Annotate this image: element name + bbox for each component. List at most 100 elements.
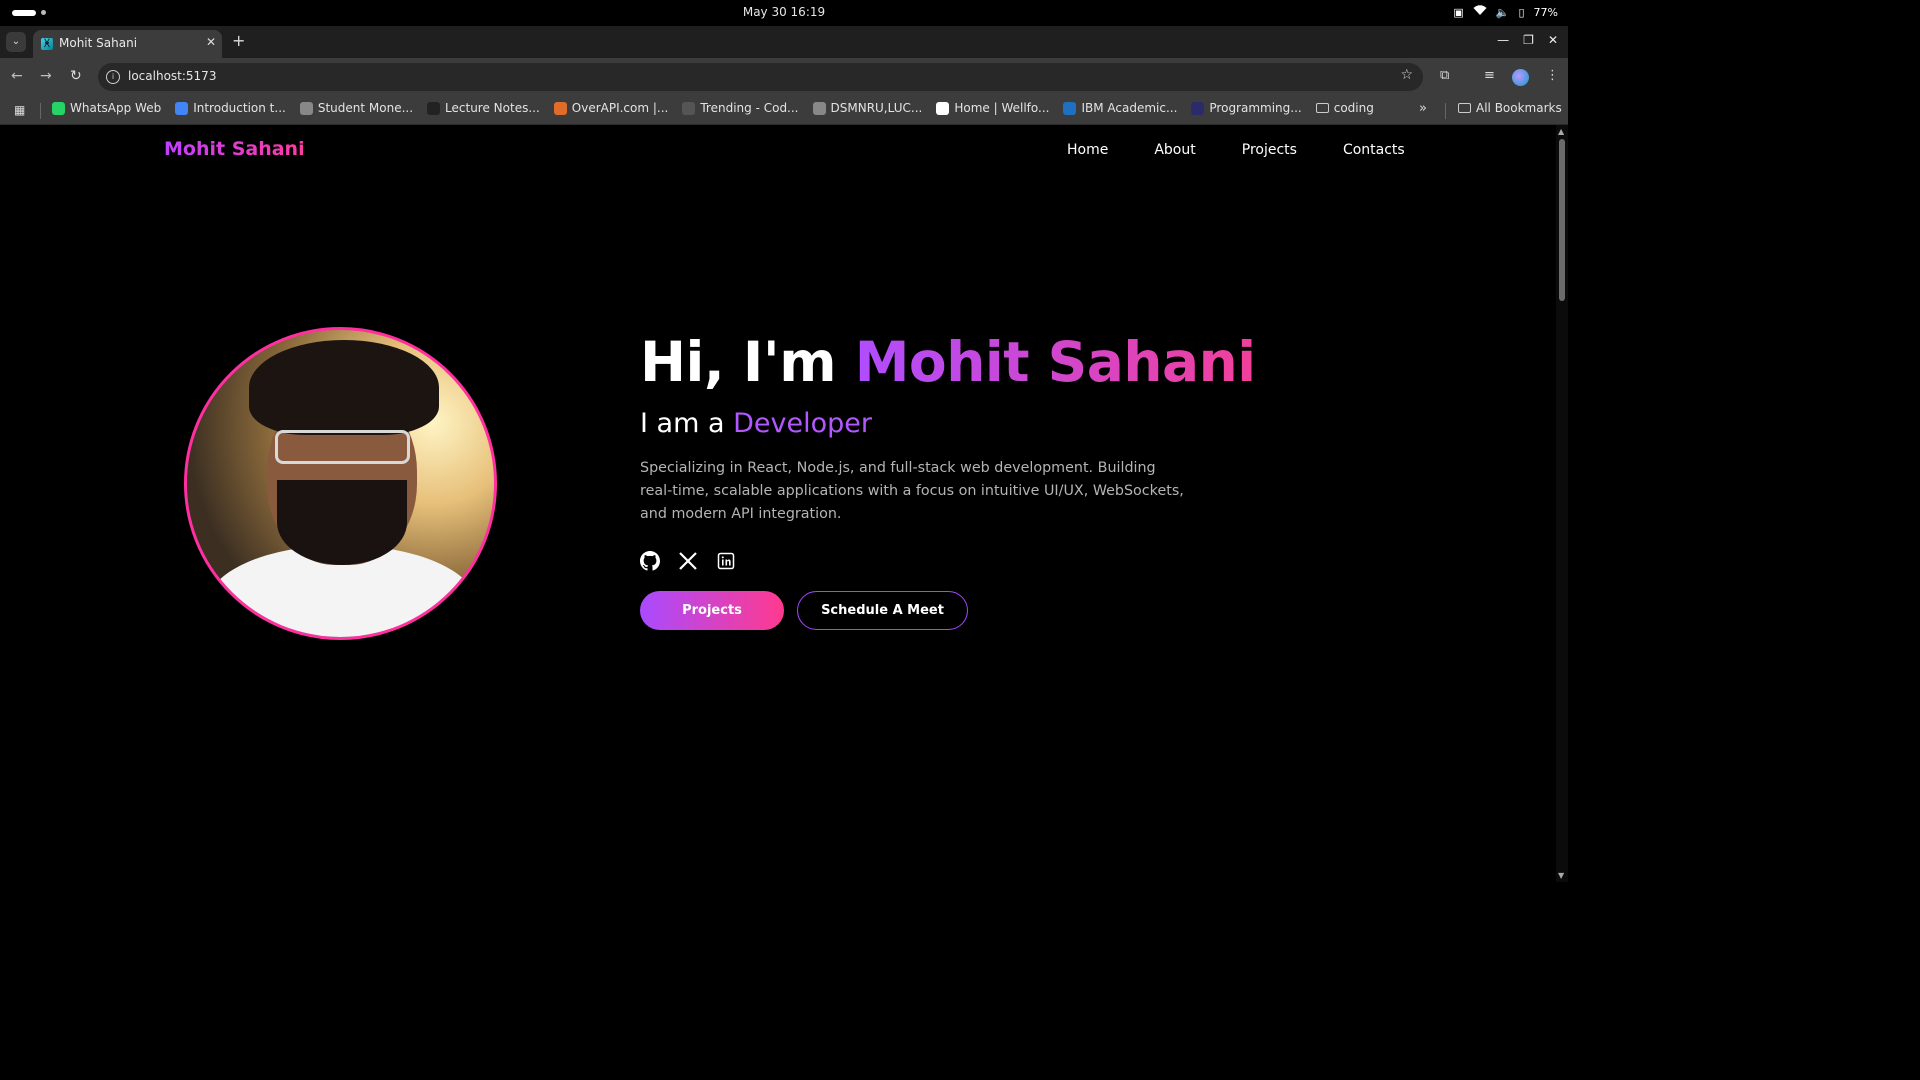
clock[interactable]: May 30 16:19 bbox=[0, 5, 1568, 19]
photo-glasses bbox=[275, 430, 410, 464]
bookmark-item[interactable]: Lecture Notes... bbox=[427, 101, 540, 115]
bookmark-label: WhatsApp Web bbox=[70, 101, 162, 115]
new-tab-button[interactable]: + bbox=[232, 31, 245, 50]
menu-kebab-icon[interactable]: ⋮ bbox=[1546, 68, 1559, 83]
bookmark-item[interactable]: Student Mone... bbox=[299, 101, 414, 115]
bookmark-star-icon[interactable]: ☆ bbox=[1400, 67, 1413, 83]
site-nav: Home About Projects Contacts bbox=[1067, 142, 1405, 158]
programming-icon bbox=[1191, 101, 1205, 115]
reload-icon[interactable]: ↻ bbox=[70, 68, 82, 84]
nav-projects[interactable]: Projects bbox=[1242, 142, 1297, 158]
bookmark-label: Lecture Notes... bbox=[445, 101, 540, 115]
tab-active[interactable]: ᚸ Mohit Sahani ✕ bbox=[33, 30, 222, 58]
hero-subtitle: I am a Developer bbox=[640, 408, 872, 439]
hero-description: Specializing in React, Node.js, and full… bbox=[640, 460, 1184, 522]
social-links bbox=[640, 551, 736, 571]
hero-greeting: Hi, I'm bbox=[640, 330, 855, 394]
scroll-down-icon[interactable]: ▼ bbox=[1558, 871, 1564, 880]
bookmark-item[interactable]: Introduction t... bbox=[175, 101, 286, 115]
volume-icon: 🔈 bbox=[1495, 5, 1510, 19]
projects-button[interactable]: Projects bbox=[640, 591, 784, 630]
bookmark-item[interactable]: Home | Wellfo... bbox=[936, 101, 1049, 115]
clipboard-icon[interactable]: ▣ bbox=[1453, 6, 1463, 19]
tab-search-button[interactable]: ⌄ bbox=[6, 32, 26, 52]
google-icon bbox=[175, 101, 189, 115]
hero-sub-prefix: I am a bbox=[640, 408, 734, 439]
linkedin-icon[interactable] bbox=[716, 551, 736, 571]
apps-grid-icon[interactable]: ▦ bbox=[14, 103, 25, 117]
bookmark-item[interactable]: Programming... bbox=[1191, 101, 1302, 115]
page-scrollbar[interactable]: ▲ ▼ bbox=[1556, 125, 1568, 882]
ibm-icon bbox=[1063, 101, 1077, 115]
browser-toolbar: ← → ↻ i localhost:5173 ☆ ⧉ ≡ ⋮ bbox=[0, 58, 1568, 96]
bookmarks-divider bbox=[40, 103, 41, 119]
window-controls: — ❐ ✕ bbox=[1497, 33, 1558, 47]
bookmark-label: OverAPI.com |... bbox=[571, 101, 669, 115]
hero-role: Developer bbox=[733, 408, 872, 439]
site-info-icon[interactable]: i bbox=[106, 70, 120, 84]
system-tray[interactable]: ▣ 🔈 ▯ 77% bbox=[1453, 5, 1558, 19]
bookmark-label: DSMNRU,LUC... bbox=[830, 101, 923, 115]
scrollbar-thumb[interactable] bbox=[1559, 139, 1565, 301]
profile-avatar[interactable] bbox=[1512, 69, 1529, 86]
bookmark-item[interactable]: DSMNRU,LUC... bbox=[812, 101, 923, 115]
tab-title: Mohit Sahani bbox=[59, 36, 138, 50]
minimize-icon[interactable]: — bbox=[1497, 33, 1509, 47]
bookmark-label: Home | Wellfo... bbox=[954, 101, 1050, 115]
nav-home[interactable]: Home bbox=[1067, 142, 1108, 158]
wellfound-icon bbox=[936, 101, 950, 115]
site-logo[interactable]: Mohit Sahani bbox=[164, 138, 305, 160]
media-controls-icon[interactable]: ≡ bbox=[1484, 68, 1495, 83]
hero-name: Mohit Sahani bbox=[854, 330, 1256, 394]
overapi-icon bbox=[553, 101, 567, 115]
forward-icon[interactable]: → bbox=[40, 68, 52, 84]
bookmark-list: WhatsApp Web Introduction t... Student Mon… bbox=[52, 101, 1374, 115]
folder-icon bbox=[1315, 103, 1329, 113]
vite-favicon-icon: ᚸ bbox=[41, 38, 53, 50]
bookmarks-divider bbox=[1445, 103, 1446, 119]
photo-beard bbox=[277, 480, 407, 565]
close-window-icon[interactable]: ✕ bbox=[1548, 33, 1558, 47]
bookmark-item[interactable]: coding bbox=[1315, 101, 1374, 115]
url-text[interactable]: localhost:5173 bbox=[128, 69, 216, 83]
folder-icon bbox=[1458, 103, 1471, 113]
bookmark-label: Programming... bbox=[1209, 101, 1302, 115]
hero-title: Hi, I'm Mohit Sahani bbox=[640, 330, 1256, 394]
globe-icon bbox=[812, 101, 826, 115]
battery-icon: ▯ bbox=[1518, 5, 1525, 19]
os-top-bar: May 30 16:19 ▣ 🔈 ▯ 77% bbox=[0, 0, 1568, 26]
codepen-icon bbox=[682, 101, 696, 115]
globe-icon bbox=[299, 101, 313, 115]
bookmark-item[interactable]: WhatsApp Web bbox=[52, 101, 161, 115]
extensions-icon[interactable]: ⧉ bbox=[1440, 68, 1449, 83]
bookmark-label: Introduction t... bbox=[193, 101, 286, 115]
bookmark-label: Student Mone... bbox=[317, 101, 414, 115]
x-icon[interactable] bbox=[678, 551, 698, 571]
profile-photo bbox=[184, 327, 497, 640]
page-viewport: Mohit Sahani Home About Projects Contact… bbox=[0, 125, 1556, 882]
bookmark-label: IBM Academic... bbox=[1081, 101, 1178, 115]
photo-hair bbox=[249, 340, 439, 435]
back-icon[interactable]: ← bbox=[11, 68, 23, 84]
tab-close-icon[interactable]: ✕ bbox=[206, 35, 216, 49]
tab-strip: ⌄ ᚸ Mohit Sahani ✕ + — ❐ ✕ bbox=[0, 26, 1568, 58]
nav-contacts[interactable]: Contacts bbox=[1343, 142, 1405, 158]
schedule-meet-button[interactable]: Schedule A Meet bbox=[797, 591, 968, 630]
all-bookmarks-label: All Bookmarks bbox=[1476, 101, 1562, 115]
wifi-icon bbox=[1473, 5, 1487, 19]
notes-icon bbox=[427, 101, 441, 115]
scroll-up-icon[interactable]: ▲ bbox=[1558, 127, 1564, 136]
more-bookmarks-icon[interactable]: » bbox=[1419, 101, 1427, 116]
address-bar[interactable]: i localhost:5173 ☆ bbox=[98, 63, 1423, 91]
nav-about[interactable]: About bbox=[1154, 142, 1195, 158]
bookmark-label: Trending - Cod... bbox=[700, 101, 799, 115]
bookmark-item[interactable]: OverAPI.com |... bbox=[553, 101, 669, 115]
bookmark-item[interactable]: Trending - Cod... bbox=[682, 101, 799, 115]
bookmark-item[interactable]: IBM Academic... bbox=[1063, 101, 1177, 115]
restore-icon[interactable]: ❐ bbox=[1523, 33, 1534, 47]
battery-percent: 77% bbox=[1533, 5, 1558, 19]
bookmarks-bar: ▦ WhatsApp Web Introduction t... Student M… bbox=[0, 96, 1568, 125]
all-bookmarks-button[interactable]: All Bookmarks bbox=[1458, 101, 1562, 115]
bookmark-label: coding bbox=[1333, 101, 1374, 115]
github-icon[interactable] bbox=[640, 551, 660, 571]
